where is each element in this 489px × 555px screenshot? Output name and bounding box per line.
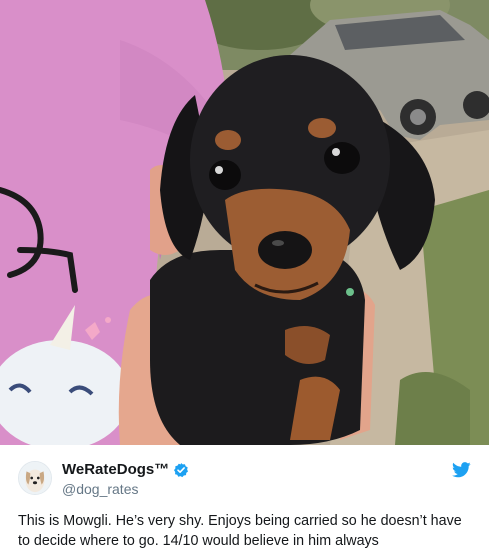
tweet-footer: WeRateDogs™ @dog_rates This is Mowgli. H… (0, 445, 489, 555)
avatar[interactable] (18, 461, 52, 495)
dog-avatar-icon (19, 462, 51, 494)
puppy-photo-image (0, 0, 489, 445)
author-name-row: WeRateDogs™ (62, 460, 189, 480)
author-name[interactable]: WeRateDogs™ (62, 460, 169, 480)
twitter-bird-icon[interactable] (452, 462, 471, 478)
tweet-card: WeRateDogs™ @dog_rates This is Mowgli. H… (0, 0, 489, 555)
verified-badge-icon (173, 462, 189, 478)
author-handle[interactable]: @dog_rates (62, 480, 138, 498)
tweet-text: This is Mowgli. He’s very shy. Enjoys be… (18, 513, 462, 549)
tweet-photo[interactable] (0, 0, 489, 445)
